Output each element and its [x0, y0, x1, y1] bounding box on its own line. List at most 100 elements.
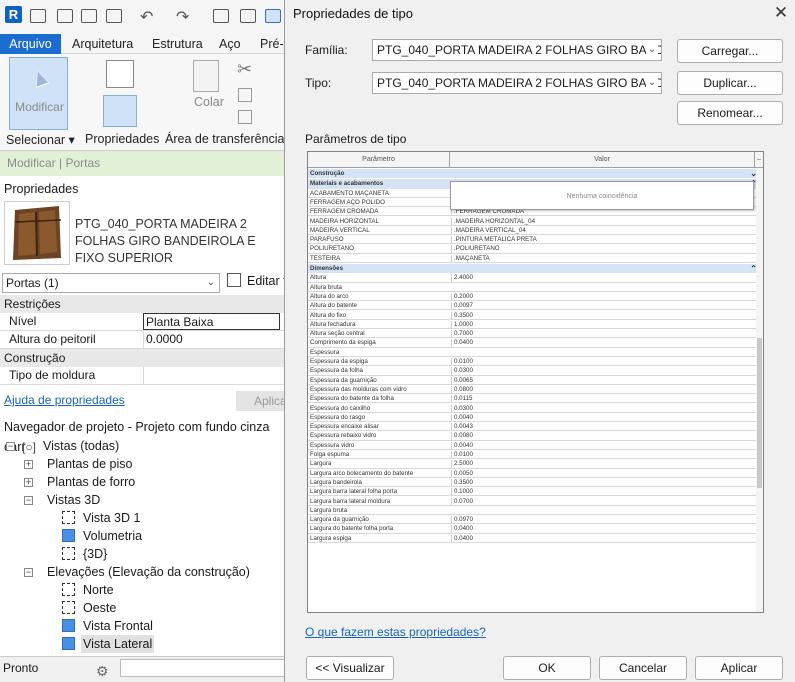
param-value[interactable]: 0.2000	[451, 292, 751, 301]
param-row[interactable]: POLIURETANO .POLIURETANO	[308, 245, 757, 254]
param-row[interactable]: Folga espuma 0.0100	[308, 451, 757, 460]
param-row[interactable]: Comprimento da espiga 0.0400	[308, 339, 757, 348]
param-row[interactable]: Altura seção central 0.7000	[308, 330, 757, 339]
properties-help-link[interactable]: O que fazem estas propriedades?	[305, 625, 486, 639]
familia-dropdown[interactable]: PTG_040_PORTA MADEIRA 2 FOLHAS GIRO BAND…	[372, 39, 662, 61]
status-field[interactable]	[120, 659, 290, 677]
match-icon[interactable]	[238, 110, 252, 124]
param-row[interactable]: Largura 2.5000	[308, 460, 757, 469]
param-value[interactable]: 0.3500	[451, 311, 751, 319]
selecionar-menu[interactable]: Selecionar ▾	[6, 132, 75, 147]
param-value[interactable]: 2.4000	[451, 274, 751, 282]
tree-oeste[interactable]: Oeste	[83, 599, 116, 617]
collapse-icon[interactable]: −	[24, 568, 33, 577]
prop-row-nivel[interactable]: Nível Planta Baixa	[0, 313, 290, 331]
param-row[interactable]: Largura barra lateral folha porta 0.1000	[308, 488, 757, 497]
sync-icon[interactable]	[106, 9, 122, 23]
properties-help-link[interactable]: Ajuda de propriedades	[4, 393, 125, 407]
param-row[interactable]: Espessura	[308, 349, 757, 357]
preview-button[interactable]: << Visualizar	[306, 656, 394, 680]
param-row[interactable]: Espessura da guarnição 0.0065	[308, 376, 757, 385]
tree-vistas-todas[interactable]: Vistas (todas)	[43, 437, 119, 455]
param-value[interactable]: 0.0400	[451, 339, 751, 347]
tree-vista-frontal[interactable]: Vista Frontal	[83, 617, 153, 635]
instance-selector[interactable]: Portas (1) ⌄	[2, 273, 220, 293]
param-value[interactable]: 0.0800	[451, 385, 751, 394]
param-row[interactable]: Largura da guarnição 0.0970	[308, 516, 757, 525]
param-value[interactable]: 0.7000	[451, 330, 751, 338]
param-row[interactable]: Espessura do batente da folha 0.0115	[308, 395, 757, 404]
save-icon[interactable]	[81, 9, 97, 23]
group-dimensoes[interactable]: Dimensões ⌃	[308, 264, 763, 274]
apply-button[interactable]: Aplica	[236, 391, 290, 411]
tree-plantas-piso[interactable]: Plantas de piso	[47, 455, 132, 473]
tab-arquitetura[interactable]: Arquitetura	[72, 34, 133, 54]
param-value[interactable]: 0.0400	[451, 534, 751, 542]
tipo-dropdown[interactable]: PTG_040_PORTA MADEIRA 2 FOLHAS GIRO BAND…	[372, 72, 662, 94]
param-value[interactable]: 0.0115	[451, 395, 751, 403]
tab-aco[interactable]: Aço	[219, 34, 241, 54]
tab-estrutura[interactable]: Estrutura	[152, 34, 203, 54]
param-row[interactable]: Altura bruta	[308, 284, 757, 292]
tab-arquivo[interactable]: Arquivo	[0, 34, 61, 54]
group-construcao[interactable]: Construção	[0, 349, 290, 367]
scrollbar-thumb[interactable]	[757, 338, 762, 488]
param-row[interactable]: Largura bruta	[308, 507, 757, 516]
type-properties-icon[interactable]	[106, 60, 134, 88]
param-value[interactable]: 0.0700	[451, 497, 751, 505]
param-row[interactable]: Largura barra lateral moldura 0.0700	[308, 497, 757, 506]
edit-type-icon[interactable]	[227, 273, 241, 287]
tree-elevacoes[interactable]: Elevações (Elevação da construção)	[47, 563, 250, 581]
param-value[interactable]: .MADEIRA HORIZONTAL_04	[451, 217, 751, 225]
param-value[interactable]: 0.0040	[451, 441, 751, 449]
param-row[interactable]: Espessura encaixe alisar 0.0043	[308, 423, 757, 432]
param-value[interactable]: 0.0300	[451, 367, 751, 375]
tree-vistas-3d[interactable]: Vistas 3D	[47, 491, 100, 509]
revit-logo[interactable]: R	[5, 6, 22, 23]
prop-value-moldura[interactable]	[143, 367, 280, 384]
param-value[interactable]: 0.3500	[451, 478, 751, 487]
param-row[interactable]: PARAFUSO .PINTURA METÁLICA PRETA	[308, 236, 757, 245]
param-row[interactable]: Altura fechadura 1.0000	[308, 320, 757, 330]
param-value[interactable]: .POLIURETANO	[451, 245, 751, 253]
tree-norte[interactable]: Norte	[83, 581, 114, 599]
param-row[interactable]: Altura do fixo 0.3500	[308, 311, 757, 320]
param-value[interactable]: 0.0300	[451, 404, 751, 412]
param-row[interactable]: Espessura das molduras com vidro 0.0800	[308, 385, 757, 395]
collapse-icon[interactable]: −	[24, 496, 33, 505]
paste-icon[interactable]	[193, 60, 219, 92]
expand-icon[interactable]: +	[24, 478, 33, 487]
cut-icon[interactable]: ✂	[237, 59, 252, 80]
prop-value-peitoril[interactable]: 0.0000	[143, 331, 280, 348]
param-value[interactable]: 0.0065	[451, 376, 751, 384]
tree-plantas-forro[interactable]: Plantas de forro	[47, 473, 135, 491]
param-row[interactable]: Altura do arco 0.2000	[308, 292, 757, 302]
workset-icon[interactable]: ⚙	[96, 660, 109, 682]
param-row[interactable]: Altura 2.4000	[308, 274, 757, 283]
redo-icon[interactable]: ↷	[176, 7, 189, 27]
param-value[interactable]: 0.0970	[451, 516, 751, 524]
tree-vista-3d-1[interactable]: Vista 3D 1	[83, 509, 140, 527]
param-value[interactable]: .MADEIRA VERTICAL_04	[451, 226, 751, 235]
tab-pre[interactable]: Pré-	[260, 34, 284, 54]
prop-value-nivel[interactable]: Planta Baixa	[143, 313, 280, 330]
tree-vista-lateral[interactable]: Vista Lateral	[81, 635, 155, 653]
param-value[interactable]: 0.1000	[451, 488, 751, 496]
param-row[interactable]: Largura do batente folha porta 0.0400	[308, 525, 757, 534]
param-value[interactable]: .MAÇANETA	[451, 254, 751, 262]
open-icon[interactable]	[57, 9, 73, 23]
param-value[interactable]: 2.5000	[451, 460, 751, 468]
tag-icon[interactable]	[265, 9, 281, 23]
ok-button[interactable]: OK	[503, 656, 591, 680]
cancel-button[interactable]: Cancelar	[599, 656, 687, 680]
param-value[interactable]: .PINTURA METÁLICA PRETA	[451, 236, 751, 244]
param-row[interactable]: Altura do batente 0.0097	[308, 302, 757, 311]
print-icon[interactable]	[213, 9, 229, 23]
param-value[interactable]: 0.0097	[451, 302, 751, 310]
apply-button[interactable]: Aplicar	[695, 656, 783, 680]
param-row[interactable]: Espessura rebaixo vidro 0.0080	[308, 432, 757, 441]
param-row[interactable]: Largura arco bolecamento do batente 0.005…	[308, 469, 757, 478]
param-row[interactable]: Espessura do caixilho 0.0300	[308, 404, 757, 413]
copy-icon[interactable]	[238, 88, 252, 102]
param-value[interactable]: 1.0000	[451, 320, 751, 329]
